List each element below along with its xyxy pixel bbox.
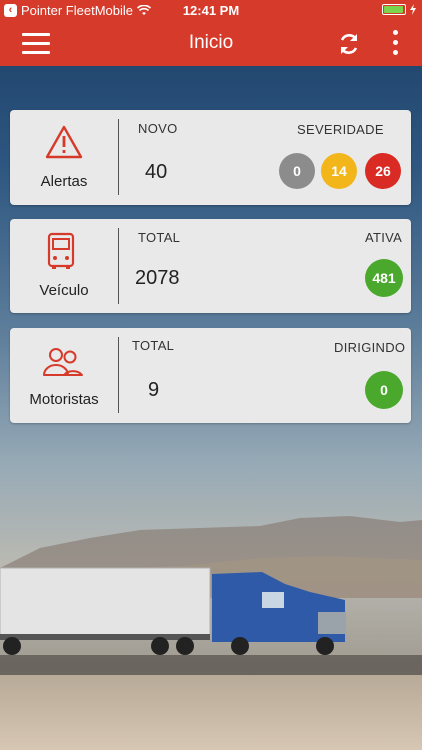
alerts-new-count: 40 bbox=[145, 161, 168, 183]
truck-image bbox=[0, 567, 346, 655]
severity-low-badge[interactable]: 0 bbox=[279, 153, 315, 189]
vehicles-label: Veículo bbox=[39, 282, 89, 299]
drivers-card-icon-area: Motoristas bbox=[10, 328, 118, 423]
vehicles-card[interactable]: Veículo TOTAL 2078 ATIVA 481 bbox=[10, 219, 411, 313]
alerts-card-icon-area: Alertas bbox=[10, 110, 118, 205]
severity-high-badge[interactable]: 26 bbox=[365, 153, 401, 189]
divider bbox=[118, 228, 119, 304]
alerts-severity-header: SEVERIDADE bbox=[297, 122, 384, 137]
severity-medium-badge[interactable]: 14 bbox=[321, 153, 357, 189]
warning-triangle-icon bbox=[45, 125, 83, 159]
refresh-icon[interactable] bbox=[336, 31, 362, 57]
desert-ground bbox=[0, 675, 422, 750]
drivers-card[interactable]: Motoristas TOTAL 9 DIRIGINDO 0 bbox=[10, 328, 411, 423]
vehicle-icon bbox=[47, 232, 75, 269]
more-vertical-icon[interactable] bbox=[388, 30, 402, 60]
nav-bar: Inicio bbox=[0, 22, 422, 66]
drivers-driving-badge[interactable]: 0 bbox=[365, 371, 403, 409]
drivers-total-header: TOTAL bbox=[132, 338, 175, 353]
alerts-label: Alertas bbox=[40, 173, 88, 190]
vehicles-active-badge[interactable]: 481 bbox=[365, 259, 403, 297]
status-time: 12:41 PM bbox=[182, 3, 240, 18]
drivers-driving-header: DIRIGINDO bbox=[334, 340, 406, 355]
charging-bolt-icon bbox=[410, 4, 416, 15]
drivers-total-count: 9 bbox=[148, 379, 160, 401]
battery-icon bbox=[382, 4, 406, 15]
status-bar-right bbox=[382, 4, 416, 15]
status-bar: ‹ Pointer FleetMobile 12:41 PM bbox=[0, 0, 422, 22]
alerts-new-header: NOVO bbox=[138, 121, 178, 136]
vehicles-total-header: TOTAL bbox=[138, 230, 181, 245]
drivers-icon bbox=[43, 348, 83, 376]
alerts-card[interactable]: Alertas NOVO 40 SEVERIDADE 0 14 26 bbox=[10, 110, 411, 205]
drivers-label: Motoristas bbox=[29, 391, 99, 408]
divider bbox=[118, 337, 119, 413]
vehicles-total-count: 2078 bbox=[135, 267, 180, 289]
divider bbox=[118, 119, 119, 195]
vehicles-active-header: ATIVA bbox=[365, 230, 403, 245]
vehicles-card-icon-area: Veículo bbox=[10, 219, 118, 313]
